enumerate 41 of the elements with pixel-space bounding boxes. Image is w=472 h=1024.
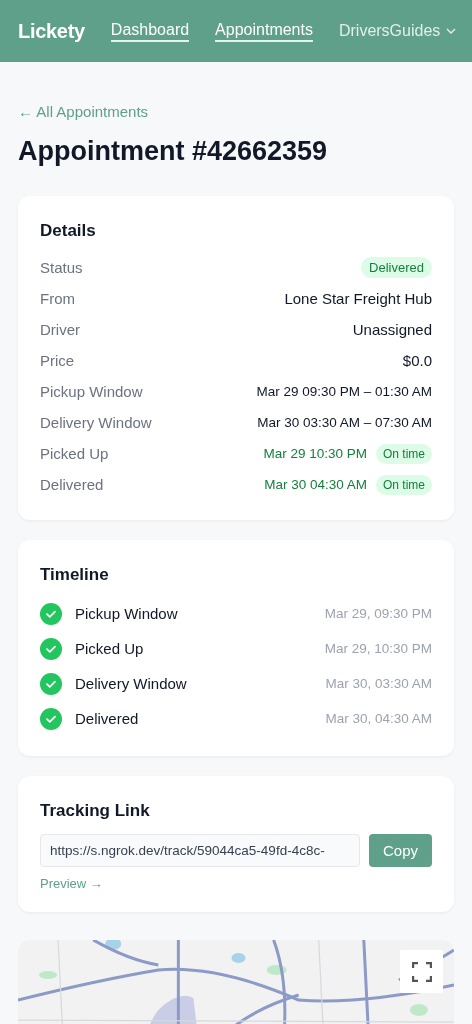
detail-label: Delivery Window [40, 414, 152, 431]
copy-button[interactable]: Copy [368, 834, 432, 867]
preview-link[interactable]: Preview → [40, 876, 103, 891]
timeline-label: Pickup Window [75, 605, 179, 622]
status-badge: Delivered [361, 257, 432, 278]
timeline-time: Mar 30, 04:30 AM [325, 711, 432, 726]
timeline-label: Picked Up [75, 640, 145, 657]
detail-value: Mar 29 10:30 PM [263, 446, 367, 461]
page-title: Appointment #42662359 [18, 135, 329, 168]
card-title: Details [40, 220, 96, 242]
detail-value: $0.0 [402, 352, 432, 369]
timeline-label: Delivered [75, 710, 140, 727]
on-time-badge: On time [376, 443, 432, 464]
caret-icon [446, 28, 457, 34]
tracking-link-field[interactable]: https://s.ngrok.dev/track/59044ca5-49fd-4c8c- [40, 834, 360, 867]
timeline-time: Mar 30, 03:30 AM [325, 676, 432, 691]
nav-link[interactable]: Dashboard [110, 20, 190, 42]
card-title: Timeline [40, 564, 109, 586]
detail-value: Lone Star Freight Hub [284, 290, 432, 307]
detail-label: From [40, 290, 75, 307]
detail-label: Picked Up [40, 445, 109, 462]
nav-dropdown[interactable]: DriversGuides [338, 22, 457, 40]
detail-value: Mar 29 09:30 PM – 01:30 AM [256, 384, 432, 399]
timeline-time: Mar 29, 10:30 PM [324, 641, 432, 656]
fullscreen-icon [411, 961, 432, 982]
detail-label: Status [40, 259, 83, 276]
fullscreen-button[interactable] [400, 950, 443, 993]
detail-value: Mar 30 03:30 AM – 07:30 AM [257, 415, 432, 430]
timeline-label: Delivery Window [75, 675, 188, 692]
nav-link[interactable]: Appointments [215, 20, 313, 42]
detail-label: Price [40, 352, 75, 369]
detail-label: Delivered [40, 476, 104, 493]
detail-value: Mar 30 04:30 AM [264, 477, 367, 492]
on-time-badge: On time [376, 474, 432, 495]
logo[interactable]: Lickety [18, 19, 85, 43]
detail-label: Driver [40, 321, 80, 338]
back-link[interactable]: ← All Appointments [18, 102, 149, 122]
detail-value: Unassigned [352, 321, 432, 338]
detail-label: Pickup Window [40, 383, 143, 400]
card-title: Tracking Link [40, 800, 150, 822]
timeline-time: Mar 29, 09:30 PM [324, 606, 432, 621]
